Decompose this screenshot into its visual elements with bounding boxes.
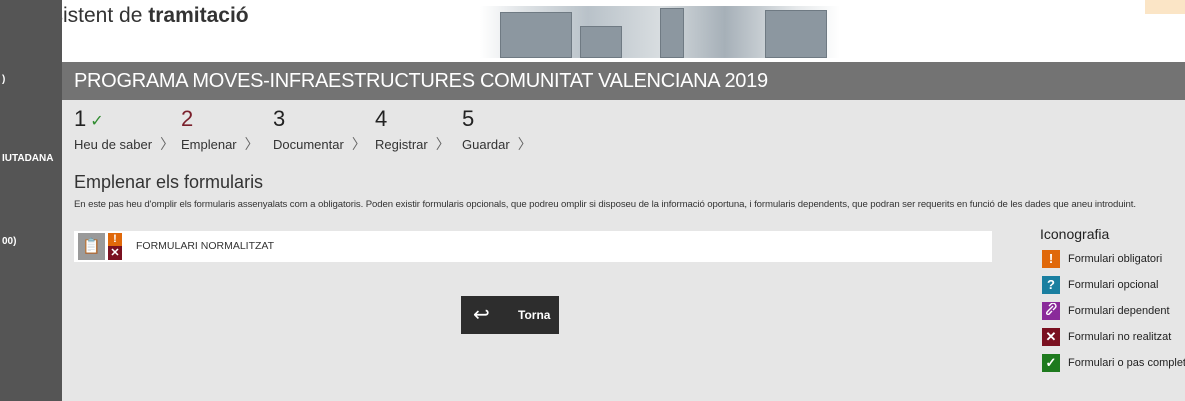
back-button[interactable]: ↩ Torna [461,296,559,334]
sidebar-item[interactable]: ) [2,74,5,85]
step-number: 4 [375,106,388,131]
cross-icon: ✕ [1042,328,1060,346]
section-description: En este pas heu d'omplir els formularis … [74,199,1136,210]
chevron-right-icon: 〉 [244,136,259,152]
question-icon: ? [1042,276,1060,294]
legend-label: Formulari o pas completat [1068,357,1185,369]
step-number: 1 [74,106,87,131]
legend-item: Formulari dependent [1040,302,1170,322]
form-status-icons: ! ✕ [108,233,122,260]
step-number: 3 [273,106,286,131]
cross-icon: ✕ [108,246,122,260]
main-content: 1 ✓ Heu de saber 〉 2 Emplenar 〉 3 Documenta… [62,100,1185,401]
chevron-right-icon: 〉 [517,136,532,152]
step-2[interactable]: 2 Emplenar 〉 [181,106,259,154]
step-number: 5 [462,106,475,131]
legend-label: Formulari dependent [1068,305,1170,317]
legend-item: ✓ Formulari o pas completat [1040,354,1185,374]
back-button-label: Torna [518,308,551,322]
form-name[interactable]: FORMULARI NORMALITZAT [136,240,274,252]
legend-item: ? Formulari opcional [1040,276,1158,296]
sidebar-item[interactable]: 00) [2,236,16,247]
chevron-right-icon: 〉 [351,136,366,152]
step-1[interactable]: 1 ✓ Heu de saber 〉 [74,106,174,154]
exclamation-icon: ! [108,233,122,246]
return-arrow-icon: ↩ [473,304,490,326]
chevron-right-icon: 〉 [435,136,450,152]
program-title-bar: PROGRAMA MOVES-INFRAESTRUCTURES COMUNITA… [62,62,1185,100]
step-label[interactable]: Registrar [375,137,428,152]
link-icon [1042,302,1060,320]
step-label[interactable]: Documentar [273,137,344,152]
legend-label: Formulari opcional [1068,279,1159,291]
legend-title: Iconografia [1040,226,1110,242]
legend-label: Formulari obligatori [1068,253,1163,265]
step-5[interactable]: 5 Guardar 〉 [462,106,532,154]
step-label[interactable]: Guardar [462,137,510,152]
sidebar: ) IUTADANA 00) [0,0,62,401]
corner-decoration [1145,0,1185,14]
step-3[interactable]: 3 Documentar 〉 [273,106,366,154]
chevron-right-icon: 〉 [160,136,175,152]
icon-legend: Iconografia ! Formulari obligatori ? For… [1040,226,1185,380]
form-row[interactable]: 📋 ! ✕ FORMULARI NORMALITZAT [74,231,992,262]
step-label[interactable]: Emplenar [181,137,237,152]
section-title: Emplenar els formularis [74,172,264,192]
program-title: PROGRAMA MOVES-INFRAESTRUCTURES COMUNITA… [74,70,768,92]
step-label[interactable]: Heu de saber [74,137,152,152]
legend-item: ! Formulari obligatori [1040,250,1162,270]
app-title-bold: tramitació [148,4,249,27]
legend-label: Formulari no realitzat [1068,331,1172,343]
clipboard-icon: 📋 [78,233,105,260]
check-icon: ✓ [1042,354,1060,372]
check-icon: ✓ [90,113,104,130]
header-banner-image [480,6,840,58]
step-number: 2 [181,106,194,131]
legend-item: ✕ Formulari no realitzat [1040,328,1171,348]
exclamation-icon: ! [1042,250,1060,268]
step-4[interactable]: 4 Registrar 〉 [375,106,450,154]
sidebar-item[interactable]: IUTADANA [2,153,53,164]
header: Assistent de tramitació [10,0,1185,58]
